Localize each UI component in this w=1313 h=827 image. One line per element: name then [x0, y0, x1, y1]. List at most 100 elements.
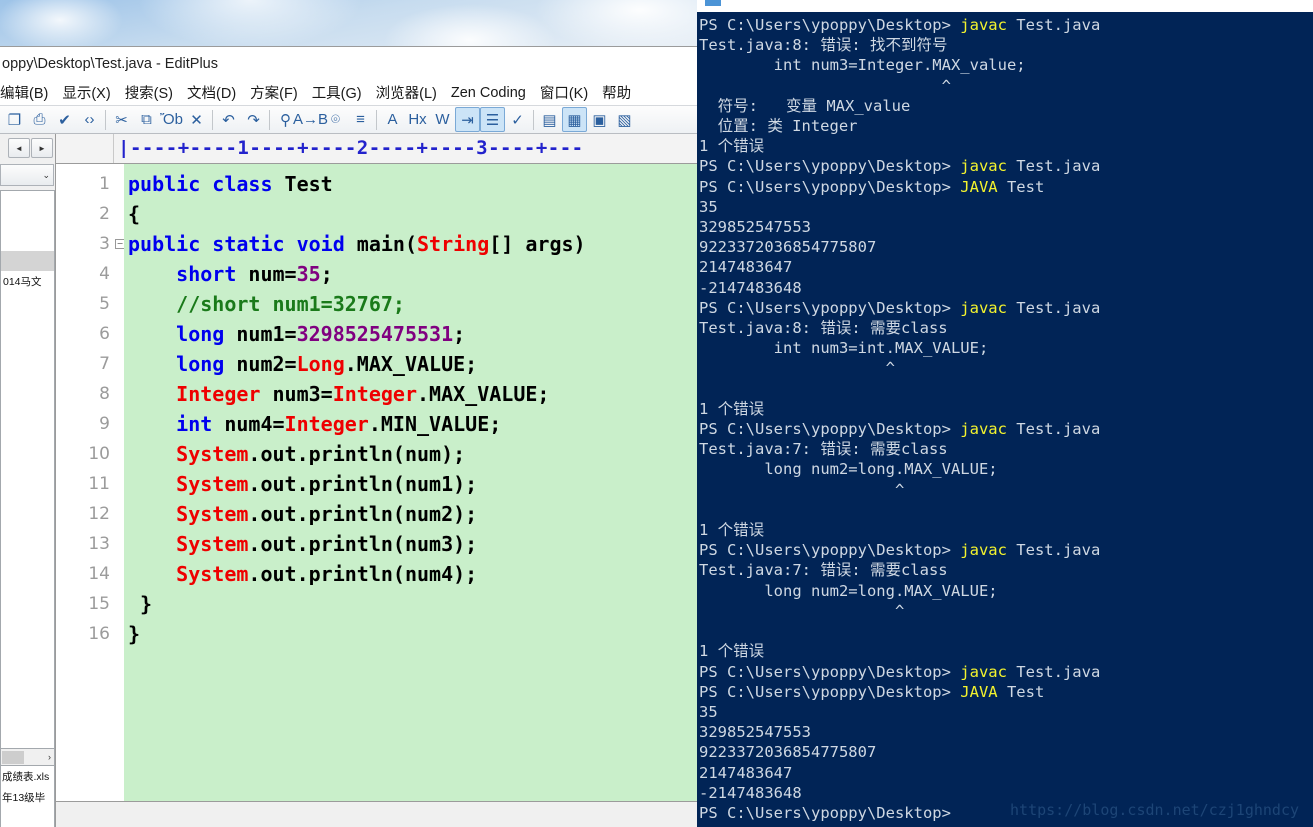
print-icon[interactable]: ⎙ — [27, 107, 52, 132]
code-line[interactable]: public class Test — [124, 169, 697, 199]
delete-icon[interactable]: ✕ — [184, 107, 209, 132]
line-numbers-icon[interactable]: ☰ — [480, 107, 505, 132]
line-number: 6 — [99, 324, 110, 344]
indent-icon[interactable]: ⇥ — [455, 107, 480, 132]
terminal-command: JAVA — [960, 177, 998, 196]
view-source-icon[interactable]: ‹› — [77, 107, 102, 132]
terminal-output[interactable]: PS C:\Users\ypoppy\Desktop> javac Test.j… — [697, 12, 1313, 823]
directory-tree-item[interactable] — [1, 311, 54, 331]
terminal-output-line: 329852547553 — [699, 723, 811, 742]
menu-view[interactable]: 显示(X) — [62, 82, 110, 103]
powershell-window[interactable]: PS C:\Users\ypoppy\Desktop> javac Test.j… — [697, 0, 1313, 827]
menu-browser[interactable]: 浏览器(L) — [376, 82, 437, 103]
code-line[interactable]: } — [124, 589, 697, 619]
check-icon[interactable]: ✓ — [505, 107, 530, 132]
directory-tree-item[interactable] — [1, 191, 54, 211]
output-window-icon[interactable]: ▣ — [587, 107, 612, 132]
code-view[interactable]: 1 2 3−4 5 6 7 8 9 10 11 12 13 14 15 16 public class Te… — [56, 164, 697, 801]
code-line[interactable]: System.out.println(num2); — [124, 499, 697, 529]
code-line[interactable]: //short num1=32767; — [124, 289, 697, 319]
terminal-prompt-line: PS C:\Users\ypoppy\Desktop> javac Test.j… — [699, 15, 1313, 35]
terminal-output-line: 1 个错误 — [699, 521, 765, 540]
line-number: 2 — [99, 204, 110, 224]
directory-tree-item[interactable] — [1, 231, 54, 251]
directory-tree-item[interactable] — [1, 211, 54, 231]
scroll-right-icon[interactable]: › — [48, 752, 51, 762]
code-line[interactable]: System.out.println(num1); — [124, 469, 697, 499]
watermark-url: https://blog.csdn.net/czj1ghndcy — [1010, 801, 1299, 819]
hex-viewer-icon[interactable]: Hx — [405, 107, 430, 132]
terminal-titlebar[interactable] — [697, 0, 1313, 12]
menu-edit[interactable]: 编辑(B) — [0, 82, 48, 103]
directory-tree-item[interactable]: 014马文 — [1, 271, 54, 291]
directory-path-combo[interactable]: ⌄ — [0, 164, 54, 186]
window-titlebar[interactable]: oppy\Desktop\Test.java - EditPlus — [0, 47, 697, 80]
line-number: 13 — [88, 534, 110, 554]
directory-file-item[interactable]: 年13级毕 — [1, 787, 54, 808]
menu-project[interactable]: 方案(F) — [250, 82, 298, 103]
nav-forward-icon[interactable]: ► — [31, 138, 53, 158]
directory-tree-item[interactable] — [1, 251, 54, 271]
find-in-files-icon[interactable]: ⌾ — [323, 107, 348, 132]
terminal-command: javac — [960, 16, 1007, 34]
directory-window-icon[interactable]: ▦ — [562, 107, 587, 132]
replace-icon[interactable]: A→B — [293, 107, 328, 132]
font-icon[interactable]: A — [380, 107, 405, 132]
menu-tools[interactable]: 工具(G) — [312, 82, 362, 103]
terminal-output-line: ^ — [699, 76, 951, 95]
directory-tree-item[interactable] — [1, 351, 54, 371]
spellcheck-icon[interactable]: ✔ — [52, 107, 77, 132]
terminal-prompt: PS C:\Users\ypoppy\Desktop> — [699, 298, 961, 317]
fold-margin[interactable] — [114, 164, 124, 801]
document-selector-icon[interactable]: ▤ — [537, 107, 562, 132]
directory-file-list[interactable]: 成绩表.xls 年13级毕 — [0, 766, 55, 827]
copy-icon[interactable]: ⧉ — [134, 107, 159, 132]
code-line[interactable]: Integer num3=Integer.MAX_VALUE; — [124, 379, 697, 409]
directory-tree-item[interactable] — [1, 291, 54, 311]
directory-tree[interactable]: 014马文 — [0, 190, 55, 749]
menu-window[interactable]: 窗口(K) — [540, 82, 588, 103]
goto-line-icon[interactable]: ≡ — [348, 107, 373, 132]
menu-search[interactable]: 搜索(S) — [125, 82, 173, 103]
line-number: 8 — [99, 384, 110, 404]
menubar: 编辑(B) 显示(X) 搜索(S) 文档(D) 方案(F) 工具(G) 浏览器(L) Zen … — [0, 80, 697, 105]
code-line[interactable]: System.out.println(num); — [124, 439, 697, 469]
code-line[interactable]: { — [124, 199, 697, 229]
code-line[interactable]: int num4=Integer.MIN_VALUE; — [124, 409, 697, 439]
terminal-output-line: 1 个错误 — [699, 137, 765, 156]
terminal-output-line: 1 个错误 — [699, 642, 765, 661]
code-line[interactable]: System.out.println(num4); — [124, 559, 697, 589]
directory-tree-item[interactable] — [1, 331, 54, 351]
code-line[interactable]: long num2=Long.MAX_VALUE; — [124, 349, 697, 379]
word-wrap-icon[interactable]: W — [430, 107, 455, 132]
directory-file-item[interactable]: 成绩表.xls — [1, 766, 54, 787]
code-line[interactable]: public static void main(String[] args) — [124, 229, 697, 259]
directory-tree-hscrollbar[interactable]: › — [0, 749, 55, 766]
code-token: Integer — [332, 382, 418, 406]
code-token: System — [176, 442, 249, 466]
menu-zen-coding[interactable]: Zen Coding — [451, 85, 526, 101]
undo-icon[interactable]: ↶ — [216, 107, 241, 132]
save-as-icon[interactable]: ❐ — [2, 107, 27, 132]
cut-icon[interactable]: ✂ — [109, 107, 134, 132]
scrollbar-thumb[interactable] — [2, 750, 24, 764]
code-line[interactable]: System.out.println(num3); — [124, 529, 697, 559]
clip-library-icon[interactable]: ▧ — [612, 107, 637, 132]
code-token: } — [128, 622, 141, 646]
code-line[interactable]: } — [124, 619, 697, 649]
code-line[interactable]: long num1=3298525475531; — [124, 319, 697, 349]
redo-icon[interactable]: ↷ — [241, 107, 266, 132]
code-line[interactable]: short num=35; — [124, 259, 697, 289]
paste-icon[interactable]: Ὄb — [159, 107, 184, 132]
terminal-output-line: 2147483647 — [699, 763, 793, 782]
menu-help[interactable]: 帮助 — [602, 82, 631, 103]
line-number: 1 — [99, 174, 110, 194]
menu-document[interactable]: 文档(D) — [187, 82, 236, 103]
code-text[interactable]: public class Test {public static void mai… — [124, 164, 697, 801]
code-token: Integer — [284, 412, 369, 436]
nav-back-icon[interactable]: ◄ — [8, 138, 30, 158]
